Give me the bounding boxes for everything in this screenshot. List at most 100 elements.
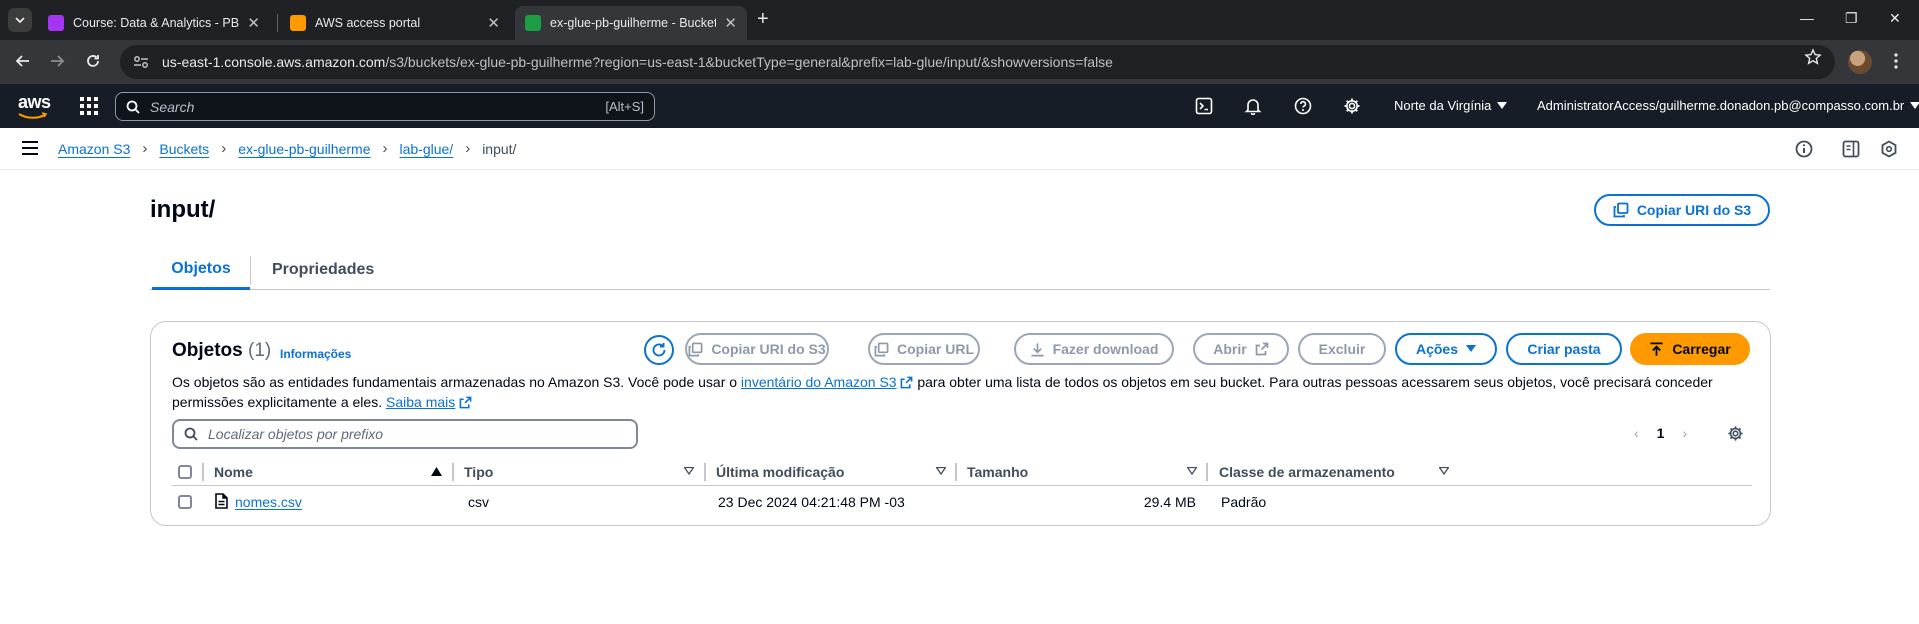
column-separator[interactable] xyxy=(452,463,454,481)
caret-down-icon xyxy=(1466,345,1477,352)
objects-table-header: Nome Tipo Última modificação Tamanho Cla… xyxy=(172,458,1752,486)
column-header-storage-class[interactable]: Classe de armazenamento xyxy=(1219,464,1395,480)
chevron-right-icon: › xyxy=(221,140,227,157)
forward-arrow-icon[interactable] xyxy=(48,52,66,70)
copy-s3-uri-label: Copiar URI do S3 xyxy=(1636,202,1752,218)
restore-icon[interactable]: ❐ xyxy=(1845,10,1858,27)
sort-down-icon[interactable] xyxy=(936,467,946,475)
column-separator[interactable] xyxy=(704,463,706,481)
breadcrumb-amazon-s3[interactable]: Amazon S3 xyxy=(58,141,130,157)
region-selector[interactable]: Norte da Virgínia xyxy=(1394,98,1508,113)
settings-gear-icon[interactable] xyxy=(1343,97,1361,115)
tab-divider xyxy=(250,256,251,284)
sort-down-icon[interactable] xyxy=(1187,467,1197,475)
site-settings-icon[interactable] xyxy=(132,53,150,71)
open-button[interactable]: Abrir xyxy=(1193,333,1289,365)
download-button[interactable]: Fazer download xyxy=(1014,333,1174,365)
aws-top-nav: aws Search [Alt+S] Norte da Virgínia Adm… xyxy=(0,84,1919,128)
reload-icon[interactable] xyxy=(84,52,102,70)
download-button-label: Fazer download xyxy=(1052,341,1159,357)
row-select-checkbox[interactable] xyxy=(178,495,192,509)
page-tabs: Objetos Propriedades xyxy=(150,250,1770,290)
objects-panel-title: Objetos (1) xyxy=(172,340,271,362)
tab-separator xyxy=(277,14,278,32)
region-label: Norte da Virgínia xyxy=(1394,98,1492,113)
account-label: AdministratorAccess/guilherme.donadon.pb… xyxy=(1537,98,1905,113)
filter-placeholder: Localizar objetos por prefixo xyxy=(208,426,384,442)
column-separator[interactable] xyxy=(955,463,957,481)
search-icon xyxy=(126,100,140,114)
browser-tab-aws-portal[interactable]: AWS access portal ✕ xyxy=(280,6,510,40)
info-link[interactable]: Informações xyxy=(280,347,351,361)
s3-inventory-link[interactable]: inventário do Amazon S3 xyxy=(741,374,897,390)
column-separator[interactable] xyxy=(1206,463,1208,481)
delete-button[interactable]: Excluir xyxy=(1298,333,1386,365)
select-all-checkbox[interactable] xyxy=(178,465,192,479)
copy-url-button[interactable]: Copiar URL xyxy=(868,333,980,365)
close-tab-icon[interactable]: ✕ xyxy=(247,14,260,32)
close-tab-icon[interactable]: ✕ xyxy=(724,14,737,32)
actions-button-label: Ações xyxy=(1415,341,1459,357)
aws-search-input[interactable]: Search [Alt+S] xyxy=(115,92,655,121)
actions-dropdown-button[interactable]: Ações xyxy=(1395,333,1497,365)
tab-search-button[interactable] xyxy=(8,8,32,32)
address-bar[interactable]: us-east-1.console.aws.amazon.com/s3/buck… xyxy=(120,45,1835,79)
create-folder-button[interactable]: Criar pasta xyxy=(1506,333,1622,365)
s3-favicon-icon xyxy=(525,15,541,31)
column-header-type[interactable]: Tipo xyxy=(464,464,493,480)
browser-tab-s3-bucket[interactable]: ex-glue-pb-guilherme - Bucket ✕ xyxy=(515,6,747,40)
browser-menu-icon[interactable] xyxy=(1893,52,1899,70)
browser-toolbar: us-east-1.console.aws.amazon.com/s3/buck… xyxy=(0,40,1919,84)
copy-s3-uri-button[interactable]: Copiar URI do S3 xyxy=(685,333,829,365)
breadcrumb-lab-glue[interactable]: lab-glue/ xyxy=(399,141,453,157)
tab-propriedades[interactable]: Propriedades xyxy=(272,250,374,290)
services-grid-icon[interactable] xyxy=(80,97,98,115)
back-arrow-icon[interactable] xyxy=(14,52,32,70)
window-close-icon[interactable]: ✕ xyxy=(1889,10,1901,27)
side-panel-icon[interactable] xyxy=(1842,140,1860,158)
browser-tab-label: ex-glue-pb-guilherme - Bucket xyxy=(550,16,717,30)
notifications-bell-icon[interactable] xyxy=(1244,97,1262,115)
aws-smile-icon xyxy=(18,112,48,119)
bookmark-star-icon[interactable] xyxy=(1804,48,1822,66)
new-tab-plus-icon[interactable]: + xyxy=(757,9,769,29)
object-name-link[interactable]: nomes.csv xyxy=(235,494,302,510)
info-icon[interactable] xyxy=(1795,140,1813,158)
breadcrumb-current: input/ xyxy=(482,140,517,157)
feedback-icon[interactable] xyxy=(1880,140,1898,158)
table-preferences-gear-icon[interactable] xyxy=(1727,425,1744,442)
cloudshell-icon[interactable] xyxy=(1195,97,1213,115)
copy-icon xyxy=(874,342,889,356)
help-icon[interactable] xyxy=(1294,97,1312,115)
column-header-name[interactable]: Nome xyxy=(214,464,253,480)
object-storage-class: Padrão xyxy=(1221,494,1267,510)
aws-logo[interactable]: aws xyxy=(18,92,51,119)
account-menu[interactable]: AdministratorAccess/guilherme.donadon.pb… xyxy=(1537,98,1919,113)
browser-tab-course[interactable]: Course: Data & Analytics - PB - ✕ xyxy=(38,6,270,40)
minimize-icon[interactable]: — xyxy=(1800,10,1814,26)
next-page-icon[interactable]: › xyxy=(1682,425,1687,441)
breadcrumb-buckets[interactable]: Buckets xyxy=(159,141,209,157)
copy-s3-uri-header-button[interactable]: Copiar URI do S3 xyxy=(1594,194,1770,226)
close-tab-icon[interactable]: ✕ xyxy=(487,14,500,32)
breadcrumb-bucket[interactable]: ex-glue-pb-guilherme xyxy=(238,141,370,157)
caret-down-icon xyxy=(1497,101,1508,109)
tab-objetos[interactable]: Objetos xyxy=(152,250,250,290)
sort-ascending-icon[interactable] xyxy=(431,467,442,476)
breadcrumb: Amazon S3 › Buckets › ex-glue-pb-guilher… xyxy=(58,140,516,157)
sort-down-icon[interactable] xyxy=(1439,467,1449,475)
side-nav-menu-icon[interactable] xyxy=(22,141,38,155)
refresh-button[interactable] xyxy=(644,335,674,365)
current-page-number[interactable]: 1 xyxy=(1657,425,1665,441)
learn-more-link[interactable]: Saiba mais xyxy=(386,394,455,410)
sort-down-icon[interactable] xyxy=(684,467,694,475)
profile-avatar[interactable] xyxy=(1848,50,1872,74)
table-row: nomes.csv csv 23 Dec 2024 04:21:48 PM -0… xyxy=(172,487,1752,517)
upload-button[interactable]: Carregar xyxy=(1630,333,1750,365)
previous-page-icon[interactable]: ‹ xyxy=(1634,425,1639,441)
column-header-last-modified[interactable]: Última modificação xyxy=(716,464,844,480)
column-header-size[interactable]: Tamanho xyxy=(967,464,1028,480)
object-last-modified: 23 Dec 2024 04:21:48 PM -03 xyxy=(718,494,905,510)
prefix-filter-input[interactable]: Localizar objetos por prefixo xyxy=(172,419,638,449)
create-folder-button-label: Criar pasta xyxy=(1527,341,1601,357)
